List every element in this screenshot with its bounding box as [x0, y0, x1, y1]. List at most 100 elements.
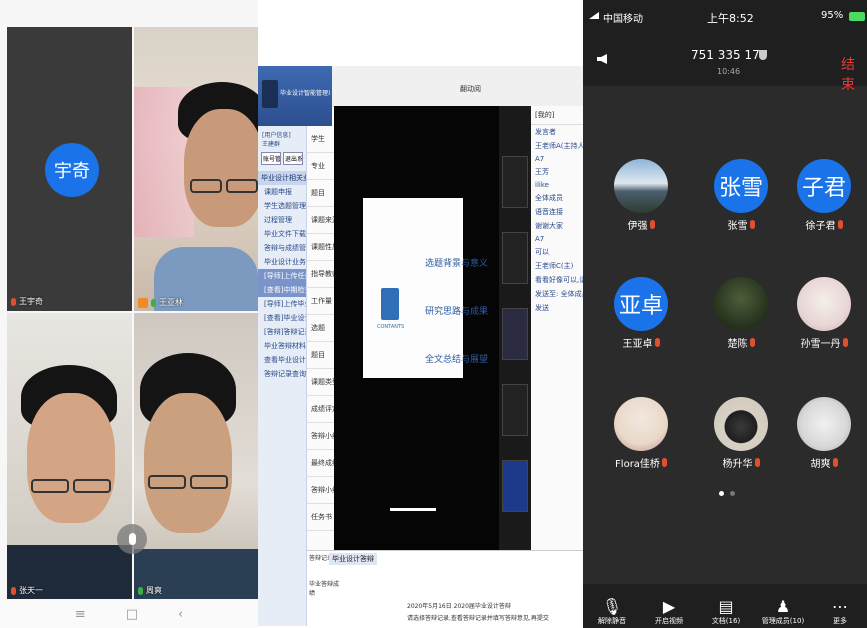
chat-line: 发言者	[535, 128, 556, 136]
participant-tile[interactable]: 亚卓王亚卓	[606, 277, 676, 350]
mic-muted-icon	[11, 586, 16, 595]
time: 上午8:52	[707, 12, 754, 25]
sidebar-item[interactable]: 课题申报	[258, 185, 306, 199]
sidebar-item[interactable]: 查看毕业设计评分	[258, 353, 306, 367]
battery: 95%	[821, 10, 844, 21]
logout-button[interactable]: 退出系统	[283, 152, 303, 165]
status-bar: 中国移动 上午8:52 95%	[583, 0, 867, 40]
participant-tile[interactable]: 孙雪一丹	[789, 277, 859, 350]
page-indicator	[719, 491, 735, 496]
slide-item: 全文总结与展望	[425, 355, 489, 365]
presentation-area: CONTANTS 选题背景与意义 研究思路与成果 全文总结与展望	[334, 106, 499, 566]
participant-avatar	[797, 277, 851, 331]
mic-muted-icon	[832, 458, 838, 467]
chat-line: 全体成员	[535, 194, 563, 202]
sidebar-item[interactable]: [查看]中期检查	[258, 283, 306, 297]
floating-mic-button[interactable]	[117, 524, 147, 554]
form-row-label: 工作量 难度	[307, 288, 334, 315]
form-row-label: 题目	[307, 342, 334, 369]
sidebar-item[interactable]: 答辩记录查询	[258, 367, 306, 381]
participant-name: 王亚卓	[622, 339, 653, 350]
thumbnail[interactable]	[502, 384, 528, 436]
participant-name-row: 徐子君	[789, 217, 859, 232]
participant-avatar	[797, 397, 851, 451]
top-title: 翻动阅	[460, 85, 481, 93]
sidebar-list: 课题申报学生选题管理过程管理毕业文件下载答辩与成绩管理毕业设计业务[导师]上传任…	[258, 185, 306, 381]
chat-line: 王老师A(主持人)	[535, 142, 583, 150]
participant-avatar	[714, 397, 768, 451]
meeting-id: 751 335 175	[691, 48, 768, 62]
participant-tile[interactable]: 杨升华	[706, 397, 776, 470]
toolbar-button[interactable]: ♟ 管理成员(10)	[754, 596, 812, 626]
sidebar-item[interactable]: [导师]上传任务书	[258, 269, 306, 283]
participant-tile[interactable]: 子君 徐子君	[789, 159, 859, 232]
thumbnail[interactable]	[502, 156, 528, 208]
toolbar-button[interactable]: ▤ 文档(16)	[697, 596, 755, 626]
tile-name-label: 周爽	[138, 585, 162, 596]
glasses-icon	[73, 479, 111, 493]
glasses-icon	[148, 475, 186, 489]
mic-muted-icon	[754, 458, 760, 467]
back-nav-button[interactable]: ‹	[178, 607, 183, 622]
sidebar-item[interactable]: 毕业文件下载	[258, 227, 306, 241]
home-nav-button[interactable]: □	[126, 607, 138, 622]
participant-avatar: 亚卓	[614, 277, 668, 331]
top-bar: 翻动阅	[332, 66, 583, 107]
mic-on-icon	[138, 586, 143, 595]
form-row-label: 指导教师	[307, 261, 334, 288]
participant-tile[interactable]: 伊强	[606, 159, 676, 232]
toolbar-button[interactable]: 🎙 解除静音	[583, 596, 641, 626]
participant-tile[interactable]: 胡爽	[789, 397, 859, 470]
thumbnail[interactable]	[502, 460, 528, 512]
mic-muted-icon	[654, 338, 660, 347]
chat-line: 可以	[535, 248, 549, 256]
participant-tile[interactable]: 张雪 张雪	[706, 159, 776, 232]
chat-line: 语音连接	[535, 208, 563, 216]
video-tile-wang-yuqi[interactable]: 宇奇 王宇奇	[7, 27, 132, 311]
sidebar-item[interactable]: 过程管理	[258, 213, 306, 227]
sidebar-header: [用户信息]	[262, 132, 291, 139]
video-tile-wang-yalin[interactable]: 王亚林	[134, 27, 258, 311]
app-title: 毕业设计智能管理系统	[280, 90, 330, 97]
more-icon: ⋯	[832, 596, 848, 616]
participant-name-row: 楚陈	[706, 335, 776, 350]
phone-screen: 中国移动 上午8:52 95% 751 335 175 10:46 结束 伊强 张…	[583, 0, 867, 628]
toolbar-button[interactable]: ▶ 开启视频	[640, 596, 698, 626]
sidebar-item[interactable]: [导师]上传毕业设计	[258, 297, 306, 311]
sidebar-item[interactable]: 毕业答辩材料上传	[258, 339, 306, 353]
bottom-text-two: 请选择答辩记录,查看答辩记录并填写答辩意见,再提交	[407, 615, 549, 622]
sidebar-item[interactable]: [答辩]答辩记录	[258, 325, 306, 339]
thumbnail[interactable]	[502, 232, 528, 284]
video-tile-zhang-tianyi[interactable]: 张天一	[7, 313, 132, 599]
account-button[interactable]: 账号管理	[261, 152, 281, 165]
participant-name: Flora佳桥	[615, 459, 660, 470]
sidebar-item[interactable]: 学生选题管理	[258, 199, 306, 213]
mic-muted-icon	[749, 220, 755, 229]
sidebar-item[interactable]: 答辩与成绩管理	[258, 241, 306, 255]
menu-nav-button[interactable]: ≡	[75, 607, 86, 622]
participant-name: 徐子君	[805, 221, 836, 232]
person-face	[27, 393, 115, 523]
participant-tile[interactable]: 楚陈	[706, 277, 776, 350]
form-row-label: 答辩小组意见	[307, 423, 334, 450]
slide-item: 研究思路与成果	[425, 307, 489, 317]
mic-muted-icon	[11, 297, 16, 306]
thumbnail[interactable]	[502, 308, 528, 360]
video-tile-zhou-shuang[interactable]: 周爽	[134, 313, 258, 599]
form-row-label: 最终成绩	[307, 450, 334, 477]
thumbnail-column	[499, 106, 531, 566]
participant-tile[interactable]: Flora佳桥	[606, 397, 676, 470]
graduation-cap-icon	[262, 80, 278, 108]
members-icon: ♟	[775, 596, 791, 616]
sidebar-item[interactable]: [查看]毕业设计(论文)审核	[258, 311, 306, 325]
bottom-toolbar: 🎙 解除静音 ▶ 开启视频 ▤ 文档(16) ♟ 管理成员(10) ⋯ 更多	[583, 584, 867, 628]
bottom-tab[interactable]: 毕业设计答辩	[329, 553, 377, 565]
chat-line: ilike	[535, 181, 549, 189]
android-nav-bar: ≡ □ ‹	[0, 600, 258, 628]
sidebar-item[interactable]: 毕业设计业务	[258, 255, 306, 269]
slide-progress-bar	[390, 508, 436, 511]
participant-name-row: 张雪	[706, 217, 776, 232]
toolbar-button[interactable]: ⋯ 更多	[811, 596, 867, 626]
participant-name: 张天一	[19, 586, 43, 595]
speaker-icon[interactable]	[597, 54, 607, 64]
